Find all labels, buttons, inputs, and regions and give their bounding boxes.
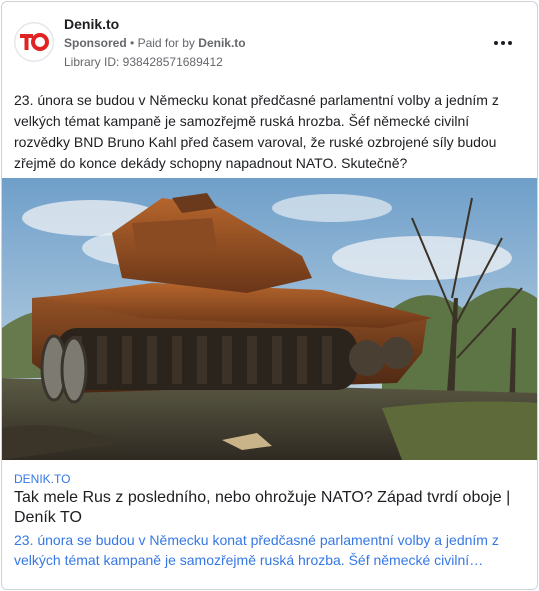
ad-header: Denik.to Sponsored • Paid for by Denik.t… (2, 2, 537, 82)
sponsored-label: Sponsored (64, 36, 127, 50)
logo-icon (14, 22, 54, 62)
payer-name[interactable]: Denik.to (198, 36, 245, 50)
meta-separator: • (130, 36, 135, 50)
more-dot (508, 41, 512, 45)
ad-body-text: 23. února se budou v Německu konat předč… (14, 92, 499, 171)
library-id: Library ID: 938428571689412 (64, 55, 223, 69)
more-dot (501, 41, 505, 45)
more-options-button[interactable] (493, 35, 517, 51)
link-domain[interactable]: DENIK.TO (14, 472, 70, 486)
ad-card: Denik.to Sponsored • Paid for by Denik.t… (1, 1, 538, 590)
sponsored-meta: Sponsored • Paid for by Denik.to (64, 36, 246, 50)
page-name[interactable]: Denik.to (64, 16, 119, 32)
link-description[interactable]: 23. února se budou v Německu konat předč… (14, 530, 524, 570)
destroyed-tank-photo (2, 178, 537, 460)
paid-prefix: Paid for by (137, 36, 195, 50)
more-horizontal-icon (494, 41, 498, 45)
link-preview[interactable]: DENIK.TO Tak mele Rus z posledního, nebo… (2, 462, 537, 589)
page-avatar[interactable] (14, 22, 54, 62)
ad-image[interactable] (2, 178, 537, 460)
link-headline[interactable]: Tak mele Rus z posledního, nebo ohrožuje… (14, 488, 519, 528)
